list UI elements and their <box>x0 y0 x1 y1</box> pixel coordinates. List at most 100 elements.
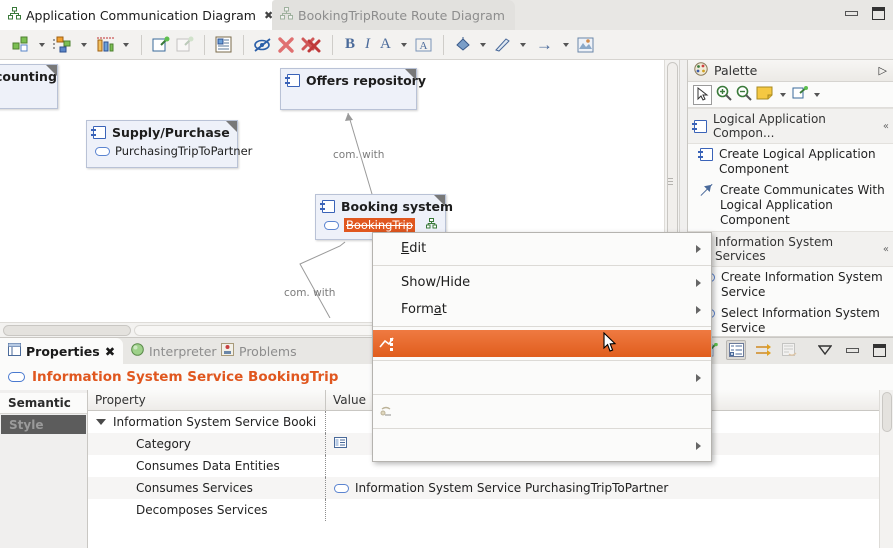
menu-separator <box>373 360 711 361</box>
chevron-down-icon[interactable] <box>562 42 569 47</box>
tab-properties[interactable]: Properties ✖ <box>0 338 124 364</box>
node-accounting[interactable]: counting <box>0 64 58 109</box>
chevron-down-icon[interactable] <box>780 92 786 97</box>
menu-item-acceleo[interactable] <box>373 364 711 391</box>
menu-separator <box>373 428 711 429</box>
restore-defaults-icon[interactable] <box>780 340 800 360</box>
note-tool-icon[interactable] <box>756 86 774 103</box>
page-title: Information System Service BookingTrip <box>32 369 339 385</box>
line-style-icon[interactable]: → <box>531 35 558 55</box>
palette-section-title: Logical Application Compon... <box>713 112 826 140</box>
filter-icon[interactable] <box>92 33 118 57</box>
palette-entry-create-information-system-service[interactable]: Create Information System Service <box>688 267 893 303</box>
collapse-icon[interactable]: « <box>883 121 889 132</box>
menu-item-label: Show/Hide <box>401 275 471 290</box>
column-header-property[interactable]: Property <box>88 390 326 410</box>
chevron-down-icon[interactable] <box>81 42 87 47</box>
arrange-icon[interactable] <box>10 33 34 57</box>
view-menu-icon[interactable] <box>815 340 835 360</box>
chevron-down-icon[interactable] <box>123 42 129 47</box>
properties-tab-style[interactable]: Style <box>0 414 87 435</box>
chevron-down-icon[interactable] <box>479 42 486 47</box>
delete-icon[interactable] <box>275 33 299 57</box>
font-dialog-icon[interactable]: A <box>412 33 436 57</box>
collapse-icon[interactable]: « <box>883 244 889 255</box>
chevron-down-icon[interactable] <box>96 419 106 425</box>
table-row[interactable]: Consumes Services Information System Ser… <box>88 477 893 499</box>
palette-entry-select-information-system-service[interactable]: Select Information System Service <box>688 303 893 339</box>
tab-problems[interactable]: Problems <box>213 338 305 364</box>
fill-color-icon[interactable] <box>451 33 475 57</box>
cell-property-label: Information System Service Booki <box>113 415 317 429</box>
palette-entry-create-communicates-with-logical-application-component[interactable]: Create Communicates With Logical Applica… <box>688 180 893 231</box>
submenu-arrow-icon <box>696 244 701 253</box>
font-color-icon[interactable]: A <box>375 36 396 53</box>
image-icon[interactable] <box>574 33 598 57</box>
node-child-service[interactable]: PurchasingTripToPartner <box>87 143 252 160</box>
line-color-icon[interactable] <box>491 33 515 57</box>
palette-entry-label: Create Communicates With Logical Applica… <box>720 183 885 227</box>
table-row[interactable]: Decomposes Services <box>88 499 893 521</box>
editor-tab-bookingtriproute-route-diagram[interactable]: BookingTripRoute Route Diagram <box>272 0 515 30</box>
menu-item-show-hide[interactable]: Show/Hide <box>373 269 711 296</box>
problems-icon <box>221 343 234 359</box>
editor-tab-label: BookingTripRoute Route Diagram <box>298 7 505 23</box>
chevron-down-icon[interactable] <box>814 92 820 97</box>
chevron-down-icon[interactable] <box>400 42 407 47</box>
delete-all-icon[interactable] <box>299 33 325 57</box>
properties-tab-label: Interpreter <box>149 343 217 359</box>
communicates-with-icon <box>700 183 714 197</box>
tab-interpreter[interactable]: Interpreter <box>123 338 225 364</box>
node-offers-repository[interactable]: Offers repository <box>280 68 426 110</box>
palette-tools <box>688 82 893 108</box>
palette-title-bar: Palette ▷ <box>688 60 893 82</box>
node-child-label-selected[interactable]: BookingTrip <box>344 218 415 232</box>
close-icon[interactable]: ✖ <box>105 344 115 359</box>
cell-property-label: Consumes Data Entities <box>136 459 280 473</box>
hide-icon[interactable] <box>251 33 275 57</box>
palette-entry-create-logical-application-component[interactable]: Create Logical Application Component <box>688 144 893 180</box>
maximize-icon[interactable] <box>872 7 885 20</box>
palette-section-logical-application-components[interactable]: Logical Application Compon... « <box>688 108 893 144</box>
cell-value: Information System Service PurchasingTri… <box>326 481 893 495</box>
maximize-view-icon[interactable] <box>869 340 889 360</box>
properties-icon <box>8 343 21 359</box>
italic-icon[interactable]: I <box>360 36 375 53</box>
menu-item-input-methods[interactable] <box>373 432 711 459</box>
menu-separator <box>373 394 711 395</box>
palette-section-information-system-services[interactable]: Information System Services « <box>688 231 893 267</box>
scrollbar-thumb[interactable] <box>3 325 131 336</box>
layers-icon[interactable] <box>212 33 236 57</box>
chevron-down-icon[interactable] <box>39 42 45 47</box>
show-categories-icon[interactable] <box>726 340 746 360</box>
palette-icon <box>694 62 708 79</box>
cell-property-label: Category <box>136 437 191 451</box>
cell-property-label: Decomposes Services <box>136 503 268 517</box>
menu-item-format[interactable]: Format <box>373 296 711 323</box>
node-supply-purchase[interactable]: Supply/Purchase PurchasingTripToPartner <box>86 120 252 168</box>
eip-route-icon <box>379 336 395 352</box>
chevron-down-icon[interactable] <box>519 42 526 47</box>
zoom-in-tool-icon[interactable] <box>716 85 732 104</box>
unpin-icon[interactable] <box>173 33 197 57</box>
toolbar-separator <box>442 34 444 55</box>
scrollbar-thumb[interactable] <box>882 392 892 432</box>
align-icon[interactable] <box>50 33 76 57</box>
menu-item-edit[interactable]: Edit <box>373 235 711 262</box>
zoom-out-tool-icon[interactable] <box>736 85 752 104</box>
pin-tool-icon[interactable] <box>792 86 808 103</box>
node-title: Supply/Purchase <box>112 124 230 140</box>
select-tool-icon[interactable] <box>693 84 712 105</box>
menu-item-design-an-eip-route[interactable] <box>373 330 711 357</box>
minimize-icon[interactable] <box>845 11 858 16</box>
editor-tab-bar: Application Communication Diagram ✖ Book… <box>0 0 893 30</box>
show-advanced-icon[interactable] <box>753 340 773 360</box>
palette-expand-icon[interactable]: ▷ <box>879 64 887 77</box>
menu-separator <box>373 265 711 266</box>
properties-vertical-scrollbar[interactable] <box>879 390 893 548</box>
minimize-view-icon[interactable] <box>842 340 862 360</box>
bold-icon[interactable]: B <box>340 36 360 53</box>
properties-tab-semantic[interactable]: Semantic <box>0 393 87 414</box>
pin-icon[interactable] <box>149 33 173 57</box>
editor-tab-application-communication-diagram[interactable]: Application Communication Diagram ✖ <box>0 0 284 30</box>
